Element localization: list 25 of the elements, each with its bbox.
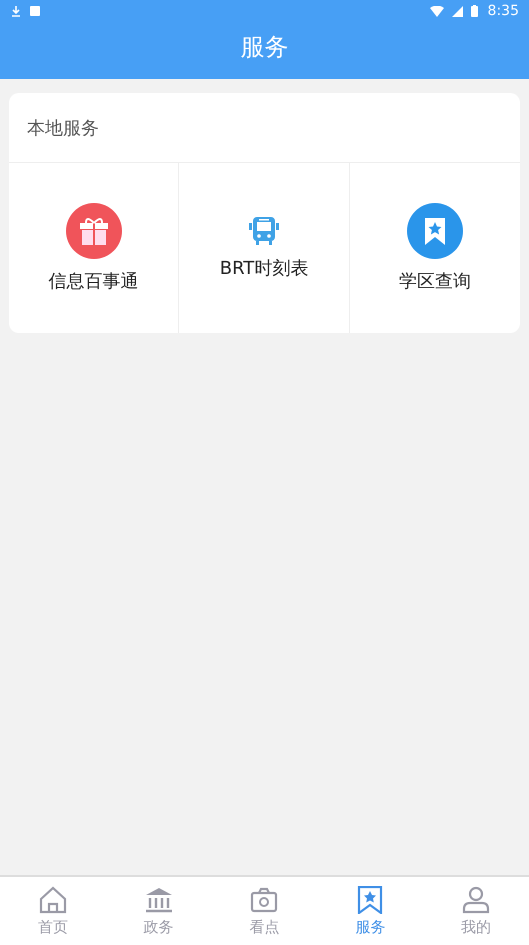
nav-tab[interactable]: 服务	[317, 877, 424, 945]
camera-icon	[249, 886, 280, 914]
nav-tab[interactable]: 我的	[423, 877, 529, 945]
bank-icon	[144, 886, 174, 914]
notification-icon	[30, 6, 40, 16]
service-item[interactable]: 信息百事通	[9, 163, 180, 333]
section-title: 本地服务	[27, 116, 99, 140]
nav-tab[interactable]: 首页	[0, 877, 106, 945]
service-item[interactable]: 学区查询	[350, 163, 520, 333]
service-label: 学区查询	[398, 270, 471, 293]
gift-icon	[66, 203, 122, 259]
user-icon	[461, 886, 492, 914]
service-label: BRT时刻表	[220, 257, 308, 280]
service-item[interactable]: BRT时刻表	[179, 163, 350, 333]
service-label: 信息百事通	[48, 270, 139, 293]
wifi-icon	[430, 6, 444, 16]
page-title: 服务	[240, 32, 290, 63]
battery-icon	[470, 5, 478, 17]
download-icon	[10, 5, 22, 17]
bus-icon	[248, 216, 280, 246]
home-icon	[38, 886, 68, 914]
nav-tab[interactable]: 看点	[212, 877, 318, 945]
signal-icon	[452, 6, 463, 16]
status-time: 8:35	[488, 3, 519, 19]
nav-tab[interactable]: 政务	[106, 877, 212, 945]
